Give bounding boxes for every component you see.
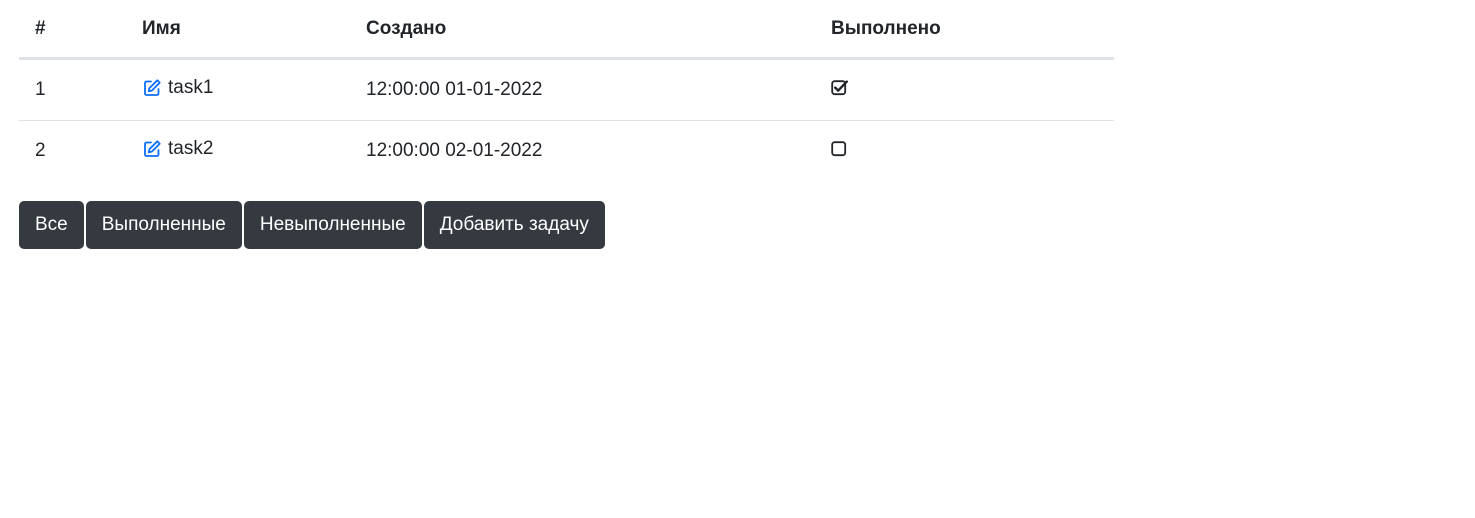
header-done: Выполнено xyxy=(815,0,1114,60)
task-name-link[interactable]: task1 xyxy=(168,77,213,99)
header-name: Имя xyxy=(126,0,350,60)
header-number: # xyxy=(19,0,126,60)
row-name-cell: task2 xyxy=(126,121,350,182)
uncompleted-button[interactable]: Невыполненные xyxy=(243,201,422,249)
row-created: 12:00:00 01-01-2022 xyxy=(350,58,815,121)
edit-icon[interactable] xyxy=(142,78,162,98)
row-name-cell: task1 xyxy=(126,58,350,121)
table-row: 2 task2 12:00:00 02-01-2022 xyxy=(19,121,1114,182)
checkbox-unchecked-icon[interactable] xyxy=(831,140,847,156)
row-done-cell xyxy=(815,58,1114,121)
task-table-container: # Имя Создано Выполнено 1 task1 12:00:00… xyxy=(19,0,1114,181)
task-name-link[interactable]: task2 xyxy=(168,138,213,160)
completed-button[interactable]: Выполненные xyxy=(85,201,242,249)
table-header-row: # Имя Создано Выполнено xyxy=(19,0,1114,60)
checkbox-checked-icon[interactable] xyxy=(831,79,848,95)
row-created: 12:00:00 02-01-2022 xyxy=(366,140,543,161)
filter-button-group: Все Выполненные Невыполненные Добавить з… xyxy=(19,201,605,249)
row-number: 2 xyxy=(35,140,46,161)
row-number: 1 xyxy=(19,58,126,121)
add-task-button[interactable]: Добавить задачу xyxy=(423,201,605,249)
edit-icon[interactable] xyxy=(142,139,162,159)
header-created: Создано xyxy=(350,0,815,60)
table-row: 1 task1 12:00:00 01-01-2022 xyxy=(19,58,1114,121)
row-done-cell xyxy=(815,121,1114,182)
all-button[interactable]: Все xyxy=(19,201,84,249)
task-table: # Имя Создано Выполнено 1 task1 12:00:00… xyxy=(19,0,1114,181)
